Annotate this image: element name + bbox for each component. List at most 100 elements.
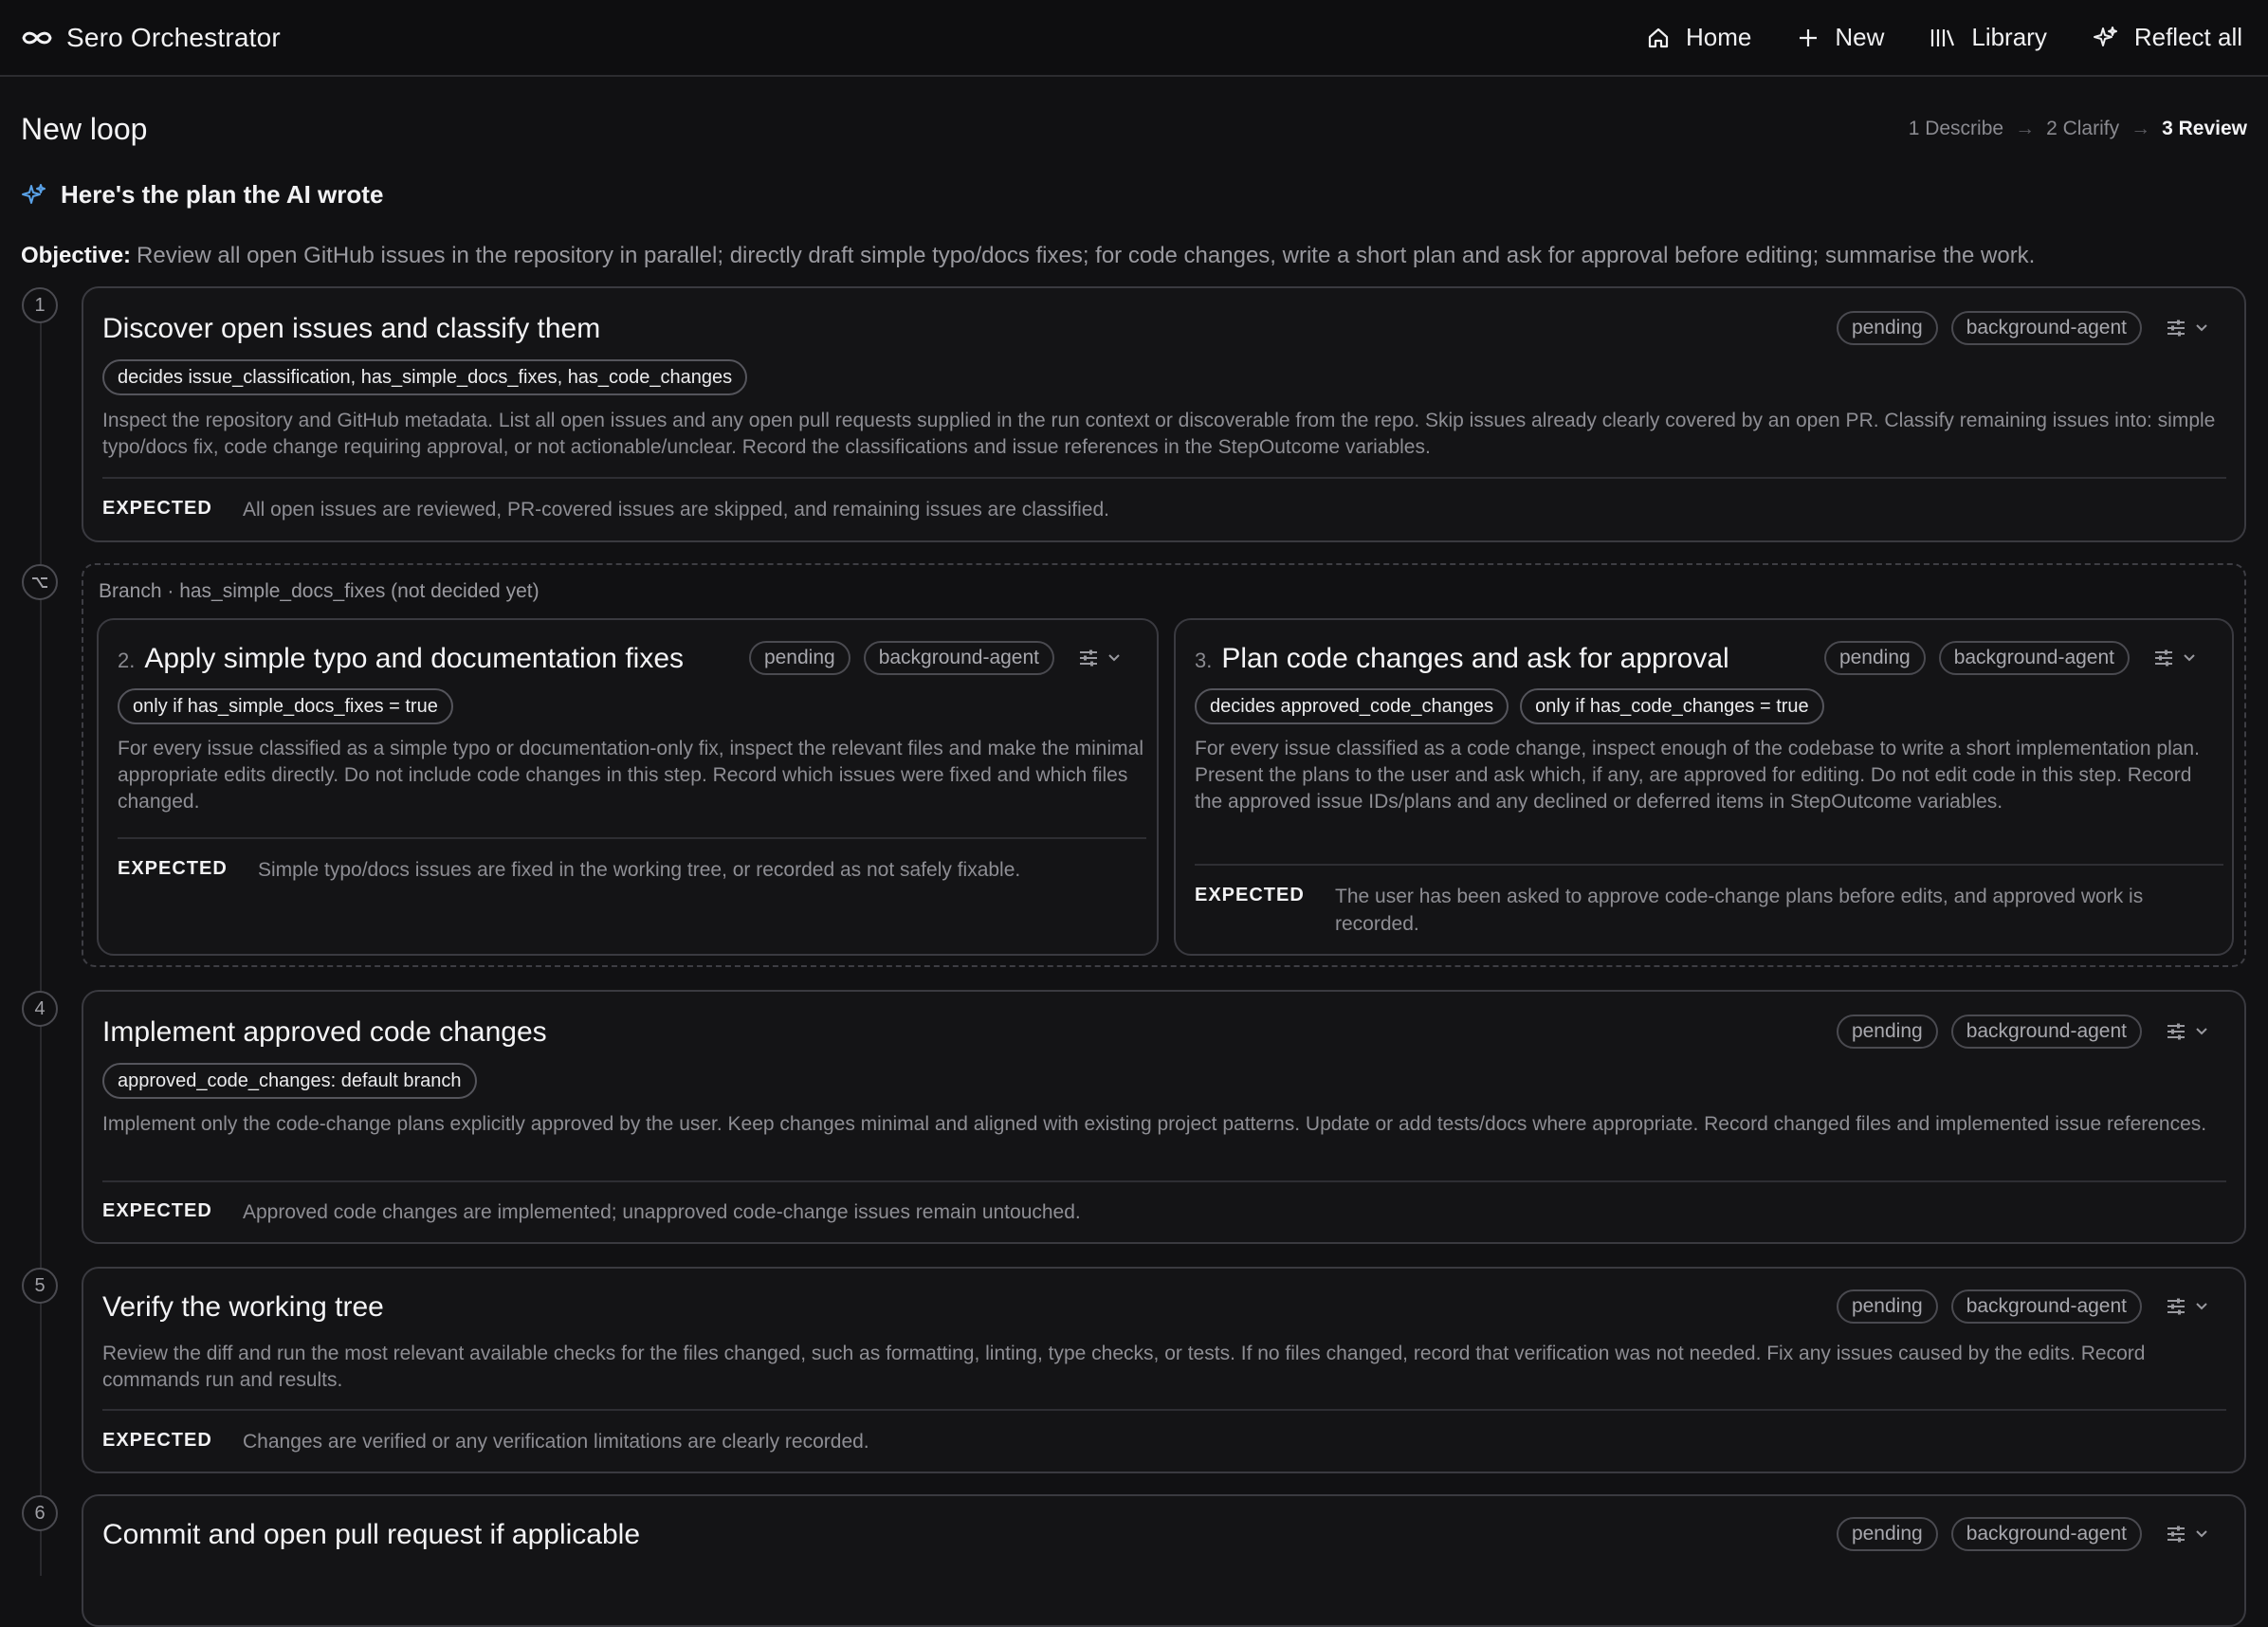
objective-text: Review all open GitHub issues in the rep… <box>137 243 2036 268</box>
top-bar: Sero Orchestrator Home New Library Refle… <box>0 0 2268 77</box>
brand[interactable]: Sero Orchestrator <box>21 23 281 53</box>
expected-text: Changes are verified or any verification… <box>243 1431 869 1453</box>
expected-label: EXPECTED <box>118 858 228 879</box>
plan-header: Here's the plan the AI wrote <box>21 180 383 210</box>
step-title: Verify the working tree <box>102 1291 384 1323</box>
step-chips: only if has_simple_docs_fixes = true <box>118 688 465 724</box>
step-title: Implement approved code changes <box>102 1016 547 1048</box>
main-nav: Home New Library Reflect all <box>1600 23 2242 52</box>
expected-label: EXPECTED <box>102 1430 212 1451</box>
agent-badge: background-agent <box>1938 641 2130 675</box>
sliders-icon <box>2155 649 2172 667</box>
infinity-logo-icon <box>22 31 52 44</box>
agent-badge: background-agent <box>1950 311 2142 345</box>
step-badges: pending background-agent <box>1811 641 2205 675</box>
timeline-rail <box>40 322 42 1576</box>
sliders-icon <box>2167 320 2185 337</box>
agent-badge: background-agent <box>1950 1289 2142 1324</box>
sliders-icon <box>1080 649 1097 667</box>
branch-container: Branch · has_simple_docs_fixes (not deci… <box>82 563 2246 967</box>
step-card-1: Discover open issues and classify them p… <box>82 286 2246 542</box>
divider <box>118 837 1146 839</box>
nav-library-label: Library <box>1971 23 2047 51</box>
step-chips: decides approved_code_changes only if ha… <box>1195 688 1836 724</box>
step-card-6: Commit and open pull request if applicab… <box>82 1494 2246 1627</box>
step-description: Implement only the code-change plans exp… <box>102 1113 2207 1135</box>
chevron-down-icon <box>2196 1530 2207 1538</box>
status-badge: pending <box>1836 1289 1938 1324</box>
objective: Objective: Review all open GitHub issues … <box>21 243 2035 269</box>
divider <box>102 1409 2226 1411</box>
step-settings-toggle[interactable] <box>1079 649 1130 667</box>
step-description: Inspect the repository and GitHub metada… <box>102 410 2216 458</box>
agent-badge: background-agent <box>1950 1015 2142 1049</box>
condition-chip: only if has_code_changes = true <box>1520 688 1824 724</box>
step-title: Commit and open pull request if applicab… <box>102 1519 640 1550</box>
expected-label: EXPECTED <box>102 498 212 519</box>
plus-icon <box>1800 28 1818 46</box>
wizard-step-review[interactable]: 3 Review <box>2162 118 2247 140</box>
sliders-icon <box>2167 1526 2185 1543</box>
step-settings-toggle[interactable] <box>2167 1526 2218 1543</box>
step-card-4: Implement approved code changes pending … <box>82 990 2246 1244</box>
step-number: 3. <box>1195 649 1213 672</box>
step-description: Review the diff and run the most relevan… <box>102 1343 2146 1391</box>
chevron-down-icon <box>2196 324 2207 332</box>
nav-new[interactable]: New <box>1797 23 1884 52</box>
branch-default-chip: approved_code_changes: default branch <box>102 1063 477 1099</box>
step-badges: pending background-agent <box>1823 1289 2218 1324</box>
step-title-text: Plan code changes and ask for approval <box>1221 643 1729 674</box>
step-title-text: Apply simple typo and documentation fixe… <box>144 643 685 674</box>
step-number: 1 <box>22 287 58 323</box>
library-icon <box>1931 28 1955 46</box>
step-title: 2. Apply simple typo and documentation fi… <box>118 643 684 675</box>
decides-chip: decides approved_code_changes <box>1195 688 1509 724</box>
objective-label: Objective: <box>21 243 132 268</box>
step-number: 2. <box>118 649 136 672</box>
nav-home-label: Home <box>1685 23 1752 51</box>
branch-icon <box>22 564 58 600</box>
step-card-5: Verify the working tree pending backgrou… <box>82 1267 2246 1473</box>
decides-chip: decides issue_classification, has_simple… <box>102 359 748 395</box>
status-badge: pending <box>1836 1015 1938 1049</box>
branch-label: Branch · has_simple_docs_fixes (not deci… <box>99 580 540 602</box>
sparkle-icon <box>2093 26 2117 46</box>
sliders-icon <box>2167 1023 2185 1040</box>
step-badges: pending background-agent <box>1823 311 2218 345</box>
chevron-down-icon <box>2196 1028 2207 1035</box>
step-title: Discover open issues and classify them <box>102 313 601 344</box>
nav-home[interactable]: Home <box>1646 23 1751 52</box>
step-badges: pending background-agent <box>1823 1517 2218 1551</box>
step-settings-toggle[interactable] <box>2154 649 2205 667</box>
step-number: 6 <box>22 1495 58 1531</box>
step-card-2: 2. Apply simple typo and documentation fi… <box>97 618 1159 956</box>
sliders-icon <box>2167 1298 2185 1315</box>
wizard-step-clarify[interactable]: 2 Clarify <box>2046 118 2119 140</box>
step-chips: decides issue_classification, has_simple… <box>102 359 759 395</box>
nav-reflect-label: Reflect all <box>2133 23 2242 51</box>
divider <box>102 477 2226 479</box>
chevron-down-icon <box>2196 1303 2207 1310</box>
expected-label: EXPECTED <box>102 1200 212 1221</box>
expected-text: Simple typo/docs issues are fixed in the… <box>258 859 1021 881</box>
agent-badge: background-agent <box>863 641 1054 675</box>
plan-header-text: Here's the plan the AI wrote <box>61 180 384 209</box>
step-badges: pending background-agent <box>736 641 1130 675</box>
step-number: 5 <box>22 1268 58 1304</box>
nav-library[interactable]: Library <box>1930 23 2047 52</box>
expected-text: Approved code changes are implemented; u… <box>243 1201 1081 1223</box>
app-title: Sero Orchestrator <box>66 22 281 52</box>
wizard-step-describe[interactable]: 1 Describe <box>1909 118 2003 140</box>
chevron-down-icon <box>1108 654 1120 662</box>
step-description: For every issue classified as a code cha… <box>1195 738 2200 813</box>
expected-text: All open issues are reviewed, PR-covered… <box>243 499 1109 521</box>
step-settings-toggle[interactable] <box>2167 1023 2218 1040</box>
status-badge: pending <box>1836 1517 1938 1551</box>
nav-new-label: New <box>1835 23 1885 51</box>
step-settings-toggle[interactable] <box>2167 1298 2218 1315</box>
arrow-right-icon: → <box>2015 118 2036 139</box>
step-settings-toggle[interactable] <box>2167 320 2218 337</box>
home-icon <box>1648 27 1669 47</box>
status-badge: pending <box>1823 641 1926 675</box>
nav-reflect-all[interactable]: Reflect all <box>2093 23 2242 52</box>
